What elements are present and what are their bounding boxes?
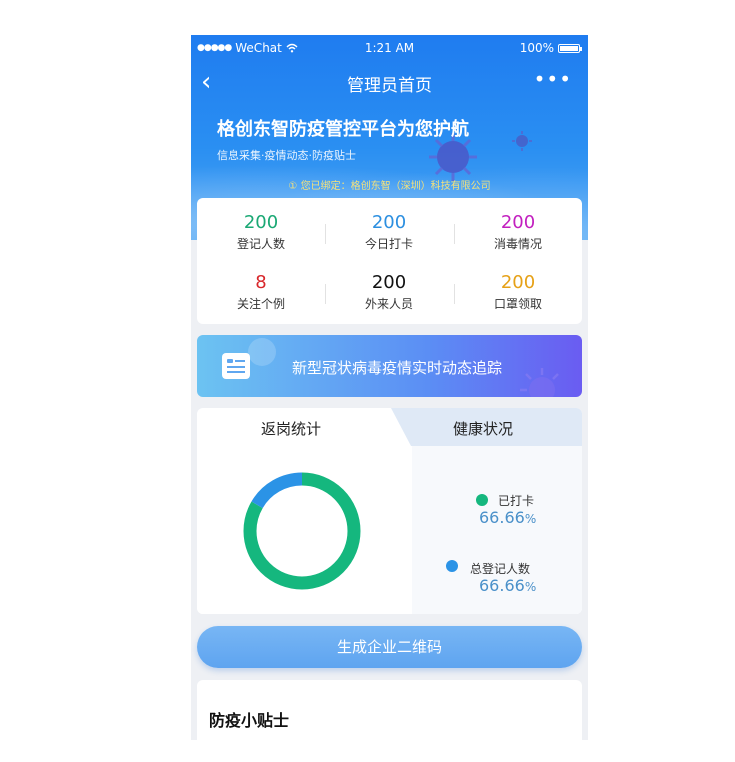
stat-label: 外来人员 [364, 297, 413, 311]
stat-value: 8 [255, 272, 267, 293]
donut-chart [243, 472, 361, 590]
legend-label: 已打卡 [498, 494, 535, 508]
status-bar: ●●●●● WeChat 1:21 AM 100% [191, 35, 588, 61]
tips-title: 防疫小贴士 [209, 711, 290, 730]
news-card-icon [222, 353, 250, 379]
banner-text: 新型冠状病毒疫情实时动态追踪 [292, 359, 503, 377]
battery-label: 100% [519, 41, 554, 55]
stat-label: 口罩领取 [493, 297, 542, 311]
stat-value: 200 [371, 212, 407, 233]
tab-return-stats[interactable]: 返岗统计 [261, 418, 321, 439]
divider [325, 284, 326, 304]
stat-disinfection[interactable]: 200 消毒情况 [454, 212, 582, 252]
legend-label: 总登记人数 [470, 562, 531, 576]
stat-label: 消毒情况 [493, 237, 542, 251]
stat-label: 今日打卡 [364, 237, 413, 251]
stat-checkin-today[interactable]: 200 今日打卡 [325, 212, 453, 252]
stat-registered[interactable]: 200 登记人数 [197, 212, 325, 252]
legend-value: 66.66% [479, 576, 537, 595]
divider [454, 224, 455, 244]
legend-dot-checked-in [476, 494, 488, 506]
phone-screen: ●●●●● WeChat 1:21 AM 100% ‹ 管理员首页 ••• 格创… [191, 35, 588, 740]
stat-value: 200 [371, 272, 407, 293]
stat-watch-cases[interactable]: 8 关注个例 [197, 272, 325, 312]
divider [454, 284, 455, 304]
stat-value: 200 [500, 212, 536, 233]
legend-panel: 已打卡 66.66% 总登记人数 66.66% [412, 446, 582, 614]
tab-health-status[interactable]: 健康状况 [453, 418, 513, 439]
stat-value: 200 [243, 212, 279, 233]
statistics-card: 返岗统计 健康状况 已打卡 66.66% 总登记人数 66.66% [197, 408, 582, 614]
virus-decoration-icon [520, 368, 559, 397]
stat-visitors[interactable]: 200 外来人员 [325, 272, 453, 312]
tips-card[interactable]: 防疫小贴士 [197, 680, 582, 740]
legend-value: 66.66% [479, 508, 537, 527]
stat-masks[interactable]: 200 口罩领取 [454, 272, 582, 312]
battery-icon [558, 43, 582, 53]
divider [325, 224, 326, 244]
nav-bar: ‹ 管理员首页 ••• [191, 65, 588, 101]
stats-card: 200 登记人数 200 今日打卡 200 消毒情况 8 关注个例 200 外来… [197, 198, 582, 324]
epidemic-tracking-banner[interactable]: 新型冠状病毒疫情实时动态追踪 [197, 335, 582, 397]
generate-qr-button[interactable]: 生成企业二维码 [197, 626, 582, 668]
hero-subtitle: 信息采集·疫情动态·防疫贴士 [217, 149, 356, 162]
hero-title: 格创东智防疫管控平台为您护航 [217, 119, 469, 140]
more-icon[interactable]: ••• [534, 67, 572, 91]
stat-label: 关注个例 [236, 297, 285, 311]
page-title: 管理员首页 [347, 76, 432, 96]
virus-small-icon [512, 131, 532, 151]
legend-dot-registered [446, 560, 458, 572]
stat-value: 200 [500, 272, 536, 293]
stat-label: 登记人数 [236, 237, 285, 251]
company-binding-notice: ① 您已绑定：格创东智（深圳）科技有限公司 [288, 181, 491, 192]
